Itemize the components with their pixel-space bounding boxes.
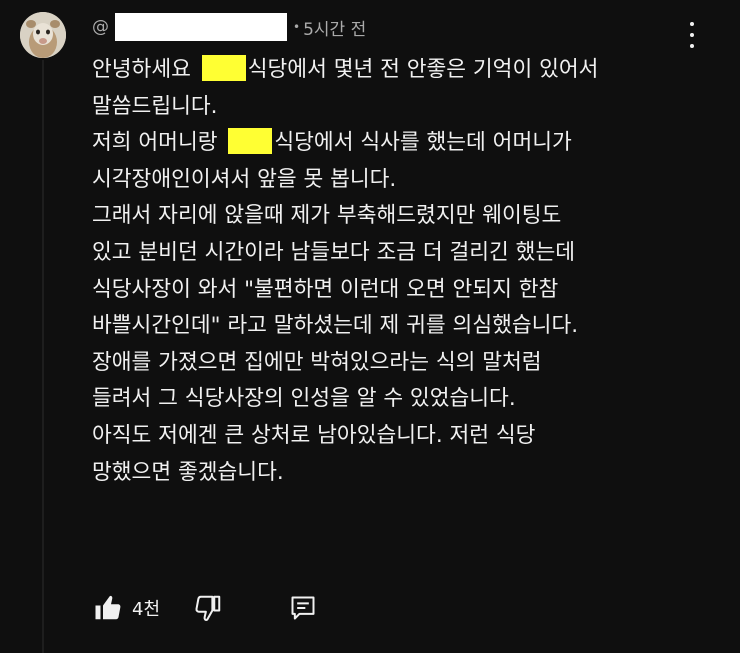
redacted-username[interactable]: [115, 13, 287, 41]
comment-line: 저희 어머니랑 식당에서 식사를 했는데 어머니가: [92, 125, 732, 162]
comment-text: 안녕하세요: [92, 57, 198, 82]
comment-text: 저희 어머니랑: [92, 130, 225, 156]
comment-text: 장애를 가졌으면 집에만 박혀있으라는 식의 말처럼: [92, 349, 542, 375]
avatar-image: [20, 12, 66, 58]
redacted-restaurant-name: [201, 55, 246, 81]
comment-line: 바쁠시간인데" 라고 말하셨는데 제 귀를 의심했습니다.: [92, 308, 732, 345]
reply-button[interactable]: [287, 592, 319, 624]
timestamp[interactable]: 5시간 전: [303, 15, 366, 40]
thumbs-down-icon: [195, 595, 221, 621]
comment-line: 들려서 그 식당사장의 인성을 알 수 있었습니다.: [92, 381, 732, 418]
reply-icon: [291, 596, 315, 620]
comment-line: 말씀드립니다.: [92, 89, 732, 126]
comment-text: 말씀드립니다.: [92, 93, 218, 119]
comment-line: 안녕하세요 식당에서 몇년 전 안좋은 기억이 있어서: [92, 52, 732, 89]
comment-text: 식당사장이 와서 "불편하면 이런대 오면 안되지 한참: [92, 276, 559, 302]
comment-text: 바쁠시간인데" 라고 말하셨는데 제 귀를 의심했습니다.: [92, 313, 579, 339]
more-options-icon[interactable]: [682, 20, 702, 50]
comment-line: 아직도 저에겐 큰 상처로 남아있습니다. 저런 식당: [92, 418, 732, 455]
comment-text: 시각장애인이셔서 앞을 못 봅니다.: [92, 166, 397, 192]
comment-text: 아직도 저에겐 큰 상처로 남아있습니다. 저런 식당: [92, 422, 536, 448]
comment-line: 장애를 가졌으면 집에만 박혀있으라는 식의 말처럼: [92, 345, 732, 382]
redacted-restaurant-name: [228, 128, 273, 155]
comment-text: 식당에서 몇년 전 안좋은 기억이 있어서: [247, 57, 599, 82]
handle-prefix: @: [92, 17, 109, 37]
comment-body: 안녕하세요 식당에서 몇년 전 안좋은 기억이 있어서 말씀드립니다. 저희 어…: [92, 52, 732, 491]
comment-text: 망했으면 좋겠습니다.: [92, 459, 284, 485]
separator-dot: •: [293, 20, 301, 34]
like-count: 4천: [132, 599, 161, 620]
like-button[interactable]: [92, 592, 124, 624]
comment-actions: 4천: [92, 588, 319, 628]
comment-text: 그래서 자리에 앉을때 제가 부축해드렸지만 웨이팅도: [92, 203, 562, 229]
comment-text: 식당에서 식사를 했는데 어머니가: [274, 130, 572, 156]
comment-text: 들려서 그 식당사장의 인성을 알 수 있었습니다.: [92, 386, 516, 412]
thumbs-up-icon: [95, 595, 121, 620]
dislike-button[interactable]: [192, 592, 224, 624]
comment-line: 식당사장이 와서 "불편하면 이런대 오면 안되지 한참: [92, 272, 732, 309]
thread-line: [42, 60, 44, 653]
comment-line: 시각장애인이셔서 앞을 못 봅니다.: [92, 162, 732, 199]
comment-line: 그래서 자리에 앉을때 제가 부축해드렸지만 웨이팅도: [92, 198, 732, 235]
comment-line: 망했으면 좋겠습니다.: [92, 455, 732, 492]
comment-text: 있고 분비던 시간이라 남들보다 조금 더 걸리긴 했는데: [92, 239, 576, 265]
avatar[interactable]: [20, 12, 66, 58]
comment-header: @ • 5시간 전: [92, 13, 366, 41]
comment-line: 있고 분비던 시간이라 남들보다 조금 더 걸리긴 했는데: [92, 235, 732, 272]
